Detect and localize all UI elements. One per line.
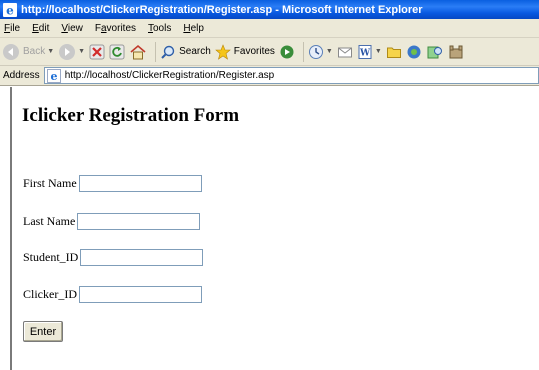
menu-bar: File Edit View Favorites Tools Help: [0, 19, 539, 38]
history-dropdown-icon[interactable]: ▼: [326, 48, 333, 55]
forward-dropdown-icon[interactable]: ▼: [78, 48, 85, 55]
favorites-button[interactable]: Favorites: [214, 43, 275, 60]
address-input[interactable]: e http://localhost/ClickerRegistration/R…: [43, 67, 539, 84]
menu-file[interactable]: File: [4, 23, 20, 34]
toolbar-separator: [302, 41, 304, 62]
edit-word-button[interactable]: W ▼: [357, 44, 382, 60]
back-button[interactable]: Back ▼: [2, 43, 54, 61]
history-button[interactable]: ▼: [308, 44, 333, 60]
tools-extra-button[interactable]: [448, 44, 464, 60]
menu-tools[interactable]: Tools: [148, 23, 171, 34]
refresh-icon: [109, 44, 125, 59]
student-id-input[interactable]: [80, 249, 204, 266]
svg-text:W: W: [359, 48, 371, 58]
messenger-icon: [407, 45, 421, 58]
clicker-id-input[interactable]: [78, 286, 202, 303]
mail-icon: [337, 47, 352, 57]
search-icon: [161, 45, 175, 59]
search-button[interactable]: Search: [160, 44, 211, 60]
last-name-input[interactable]: [77, 213, 201, 230]
toolbar-separator: [155, 41, 157, 62]
research-icon: [427, 46, 442, 58]
svg-text:e: e: [50, 70, 57, 83]
home-button[interactable]: [129, 44, 147, 60]
research-button[interactable]: [426, 44, 444, 60]
first-name-label: First Name: [23, 176, 77, 190]
media-button[interactable]: [279, 44, 295, 60]
home-icon: [130, 44, 146, 59]
forward-arrow-icon: [59, 43, 76, 60]
menu-view[interactable]: View: [61, 23, 83, 34]
menu-help[interactable]: Help: [183, 23, 204, 34]
media-icon: [280, 45, 294, 58]
page-content: Iclicker Registration Form First Name La…: [10, 87, 539, 370]
clicker-id-label: Clicker_ID: [23, 287, 77, 301]
standard-toolbar: Back ▼ ▼ Search Favorites ▼ W ▼: [0, 38, 539, 66]
window-title-bar: e http://localhost/ClickerRegistration/R…: [0, 0, 539, 19]
page-ie-icon: e: [46, 68, 61, 83]
address-url: http://localhost/ClickerRegistration/Reg…: [64, 70, 275, 81]
last-name-row: Last Name: [23, 213, 201, 230]
first-name-input[interactable]: [78, 175, 202, 192]
enter-button[interactable]: Enter: [23, 321, 63, 342]
first-name-row: First Name: [23, 175, 202, 192]
window-title: http://localhost/ClickerRegistration/Reg…: [21, 3, 423, 16]
edit-dropdown-icon[interactable]: ▼: [375, 48, 382, 55]
clicker-id-row: Clicker_ID: [23, 286, 202, 303]
word-document-icon: W: [358, 44, 372, 59]
back-arrow-icon: [3, 43, 19, 60]
menu-edit[interactable]: Edit: [32, 23, 49, 34]
student-id-row: Student_ID: [23, 249, 204, 266]
discuss-button[interactable]: [386, 44, 402, 60]
discuss-folder-icon: [386, 47, 401, 58]
mail-button[interactable]: [337, 44, 353, 60]
forward-button[interactable]: ▼: [58, 43, 85, 61]
history-icon: [308, 44, 323, 59]
page-heading: Iclicker Registration Form: [22, 105, 240, 126]
stop-button[interactable]: [89, 44, 105, 60]
back-dropdown-icon[interactable]: ▼: [47, 48, 54, 55]
messenger-button[interactable]: [406, 44, 422, 60]
address-bar: Address e http://localhost/ClickerRegist…: [0, 66, 539, 86]
menu-favorites[interactable]: Favorites: [95, 23, 136, 34]
address-label: Address: [3, 70, 40, 81]
student-id-label: Student_ID: [23, 250, 79, 264]
castle-tool-icon: [449, 45, 463, 58]
svg-text:e: e: [6, 3, 14, 17]
stop-icon: [89, 44, 105, 59]
internet-explorer-icon: e: [3, 2, 17, 17]
favorites-star-icon: [214, 43, 231, 60]
last-name-label: Last Name: [23, 214, 76, 228]
refresh-button[interactable]: [109, 44, 125, 60]
